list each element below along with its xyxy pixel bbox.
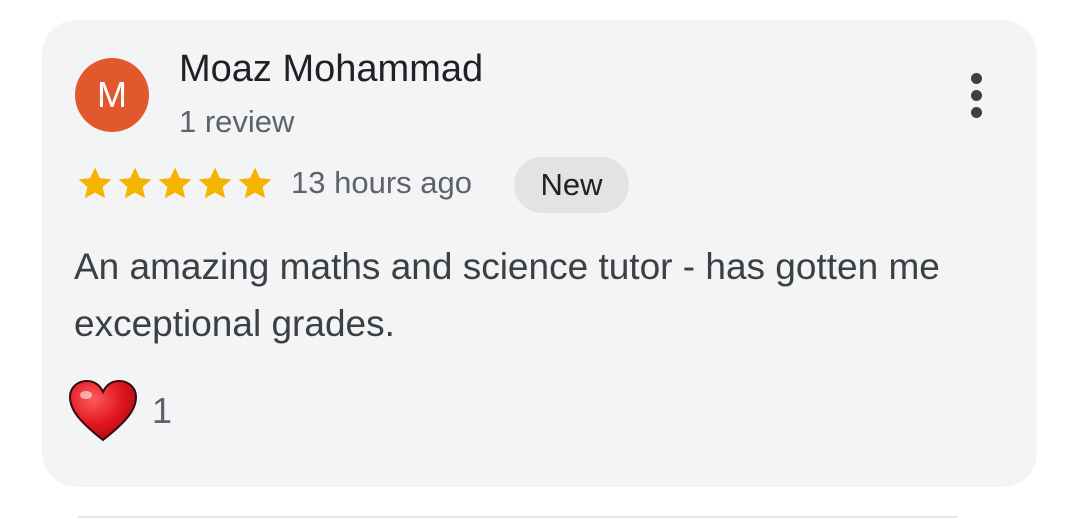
star-icon (75, 164, 115, 204)
heart-icon[interactable] (68, 380, 138, 442)
divider (78, 516, 958, 518)
reaction-count: 1 (152, 390, 173, 431)
author-review-count: 1 review (179, 104, 295, 139)
new-badge: New (514, 157, 629, 213)
avatar[interactable]: M (75, 58, 149, 132)
star-rating (75, 164, 275, 204)
star-icon (195, 164, 235, 204)
star-icon (235, 164, 275, 204)
review-timestamp: 13 hours ago (291, 165, 472, 200)
author-name[interactable]: Moaz Mohammad (179, 48, 483, 91)
review-card: M Moaz Mohammad 1 review 13 hours ago Ne… (42, 20, 1037, 487)
star-icon (155, 164, 195, 204)
star-icon (115, 164, 155, 204)
review-text: An amazing maths and science tutor - has… (74, 246, 940, 344)
more-options-button[interactable] (952, 70, 1002, 120)
page: M Moaz Mohammad 1 review 13 hours ago Ne… (0, 0, 1080, 520)
